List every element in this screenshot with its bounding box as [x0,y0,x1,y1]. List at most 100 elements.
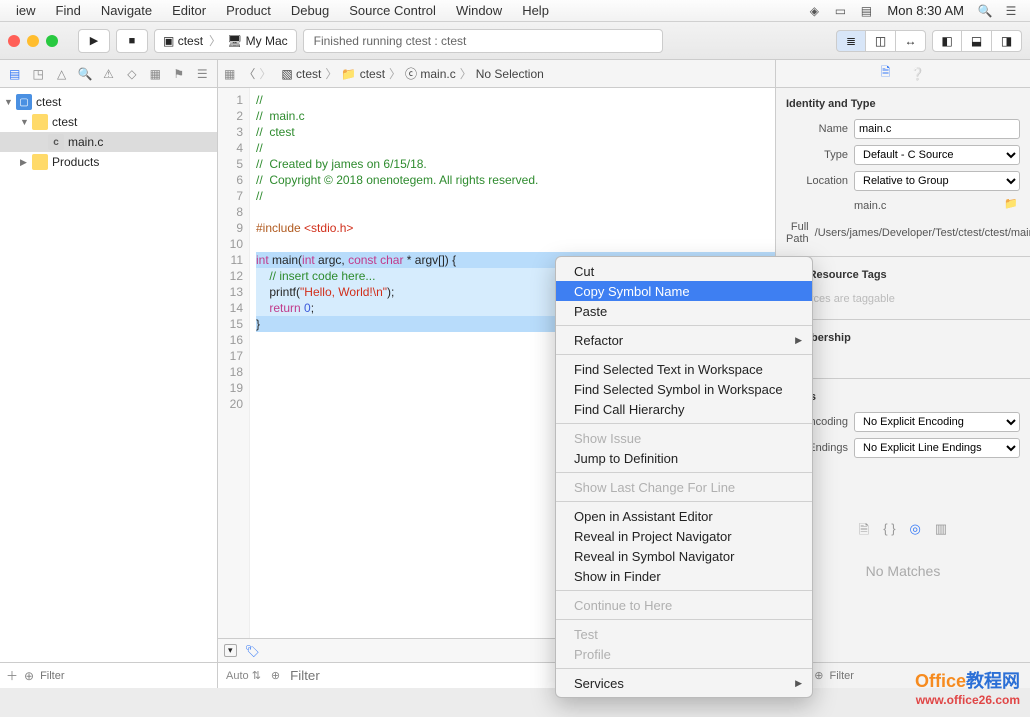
tree-row-ctest[interactable]: ▼ctest [0,112,217,132]
source-control-navigator-icon[interactable]: ◳ [29,65,46,83]
breakpoint-navigator-icon[interactable]: ⚑ [170,65,187,83]
help-inspector-icon[interactable]: ❔ [910,67,925,81]
assistant-editor-button[interactable]: ◫ [866,30,896,52]
ctx-show-in-finder[interactable]: Show in Finder [556,566,812,586]
ctx-cut[interactable]: Cut [556,261,812,281]
line-gutter: 1234567891011121314151617181920 [218,88,250,638]
report-navigator-icon[interactable]: ☰ [194,65,211,83]
filter-icon[interactable]: ⊕ [271,669,280,682]
ctx-copy-symbol-name[interactable]: Copy Symbol Name [556,281,812,301]
search-icon[interactable]: 🔍 [976,2,994,20]
ctx-services[interactable]: Services [556,673,812,693]
list-icon[interactable]: ☰ [1002,2,1020,20]
tree-row-main.c[interactable]: cmain.c [0,132,217,152]
type-label: Type [786,149,848,161]
editor-context-menu[interactable]: CutCopy Symbol NamePaste Refactor Find Sel… [555,256,813,698]
diamond-icon[interactable]: ◈ [805,2,823,20]
flag-icon[interactable]: ▤ [857,2,875,20]
location-file: main.c [854,199,998,213]
version-editor-button[interactable]: ↔ [896,30,926,52]
forward-button[interactable]: 〉 [259,65,271,82]
tags-title: and Resource Tags [786,269,1020,281]
editor-mode-segment[interactable]: ≣ ◫ ↔ [836,30,926,52]
menu-source-control[interactable]: Source Control [339,3,446,18]
toggle-navigator-button[interactable]: ◧ [932,30,962,52]
breadcrumb-folder[interactable]: 📁 ctest [341,67,385,81]
minimize-window-button[interactable] [27,35,39,47]
debug-navigator-icon[interactable]: ▦ [147,65,164,83]
ctx-reveal-in-symbol-navigator[interactable]: Reveal in Symbol Navigator [556,546,812,566]
ctx-find-selected-symbol-in-workspace[interactable]: Find Selected Symbol in Workspace [556,379,812,399]
menu-find[interactable]: Find [46,3,91,18]
ctx-open-in-assistant-editor[interactable]: Open in Assistant Editor [556,506,812,526]
encoding-select[interactable]: No Explicit Encoding [854,412,1020,432]
menu-help[interactable]: Help [512,3,559,18]
standard-editor-button[interactable]: ≣ [836,30,866,52]
monitor-icon: 🖥 [227,34,242,48]
menu-editor[interactable]: Editor [162,3,216,18]
breadcrumb-selection[interactable]: No Selection [476,67,544,81]
jump-bar[interactable]: ▦ 〈 〉 ▧ ctest〉 📁 ctest〉 ⓒ main.c〉 No Sel… [218,60,775,87]
ctx-reveal-in-project-navigator[interactable]: Reveal in Project Navigator [556,526,812,546]
membership-target: ctest [786,350,1020,370]
related-items-icon[interactable]: ▦ [224,67,235,81]
issue-navigator-icon[interactable]: ⚠ [100,65,117,83]
zoom-window-button[interactable] [46,35,58,47]
toggle-debug-button[interactable]: ⬓ [962,30,992,52]
stop-button[interactable]: ■ [116,29,148,53]
tree-row-products[interactable]: ▶Products [0,152,217,172]
scheme-device: My Mac [246,34,288,48]
name-label: Name [786,123,848,135]
media-library-icon[interactable]: ▥ [935,521,947,543]
navigator-filter-input[interactable] [40,670,211,682]
name-field[interactable] [854,119,1020,139]
toggle-inspector-button[interactable]: ◨ [992,30,1022,52]
menu-view[interactable]: iew [6,3,46,18]
location-label: Location [786,175,848,187]
ctx-paste[interactable]: Paste [556,301,812,321]
tag-icon[interactable]: 🏷 [245,644,260,658]
file-inspector: Identity and Type Name TypeDefault - C S… [775,88,1030,688]
back-button[interactable]: 〈 [243,65,255,82]
display-icon[interactable]: ▭ [831,2,849,20]
symbol-navigator-icon[interactable]: △ [53,65,70,83]
close-window-button[interactable] [8,35,20,47]
menu-product[interactable]: Product [216,3,281,18]
code-snippet-icon[interactable]: { } [883,521,895,543]
add-button[interactable]: ＋ [6,667,18,684]
menu-window[interactable]: Window [446,3,512,18]
scheme-selector[interactable]: ▣ ctest 〉 🖥 My Mac [154,29,297,53]
fullpath-value: /Users/james/Developer/Test/ctest/ctest/… [815,226,1030,240]
ctx-find-call-hierarchy[interactable]: Find Call Hierarchy [556,399,812,419]
ctx-refactor[interactable]: Refactor [556,330,812,350]
no-matches-label: No Matches [866,563,941,579]
breadcrumb-file[interactable]: ⓒ main.c [405,65,456,82]
menu-navigate[interactable]: Navigate [91,3,162,18]
filter-icon[interactable]: ⊕ [814,669,823,682]
file-inspector-icon[interactable]: 🗎 [881,63,891,84]
ctx-jump-to-definition[interactable]: Jump to Definition [556,448,812,468]
run-button[interactable]: ▶ [78,29,110,53]
navigator-selector: ▤ ◳ △ 🔍 ⚠ ◇ ▦ ⚑ ☰ [0,60,218,87]
find-navigator-icon[interactable]: 🔍 [76,65,93,83]
type-select[interactable]: Default - C Source [854,145,1020,165]
panel-toggle-segment[interactable]: ◧ ⬓ ◨ [932,30,1022,52]
project-navigator-icon[interactable]: ▤ [6,65,23,83]
test-navigator-icon[interactable]: ◇ [123,65,140,83]
ctx-find-selected-text-in-workspace[interactable]: Find Selected Text in Workspace [556,359,812,379]
folder-icon[interactable]: 📁 [1002,197,1020,215]
filter-icon[interactable]: ⊕ [24,669,34,683]
breadcrumb-project[interactable]: ▧ ctest [281,67,321,81]
object-library-icon[interactable]: ◎ [910,521,921,543]
menubar-clock[interactable]: Mon 8:30 AM [887,3,964,18]
endings-select[interactable]: No Explicit Line Endings [854,438,1020,458]
file-template-icon[interactable]: 🗎 [859,521,869,543]
auto-scope-button[interactable]: Auto ⇅ [226,669,261,682]
membership-title: Membership [786,332,1020,344]
library-picker: 🗎 { } ◎ ▥ [859,521,947,543]
location-select[interactable]: Relative to Group [854,171,1020,191]
tree-row-ctest[interactable]: ▼▢ctest [0,92,217,112]
disclosure-icon[interactable]: ▾ [224,644,237,657]
jump-bar-row: ▤ ◳ △ 🔍 ⚠ ◇ ▦ ⚑ ☰ ▦ 〈 〉 ▧ ctest〉 📁 ctest… [0,60,1030,88]
menu-debug[interactable]: Debug [281,3,339,18]
